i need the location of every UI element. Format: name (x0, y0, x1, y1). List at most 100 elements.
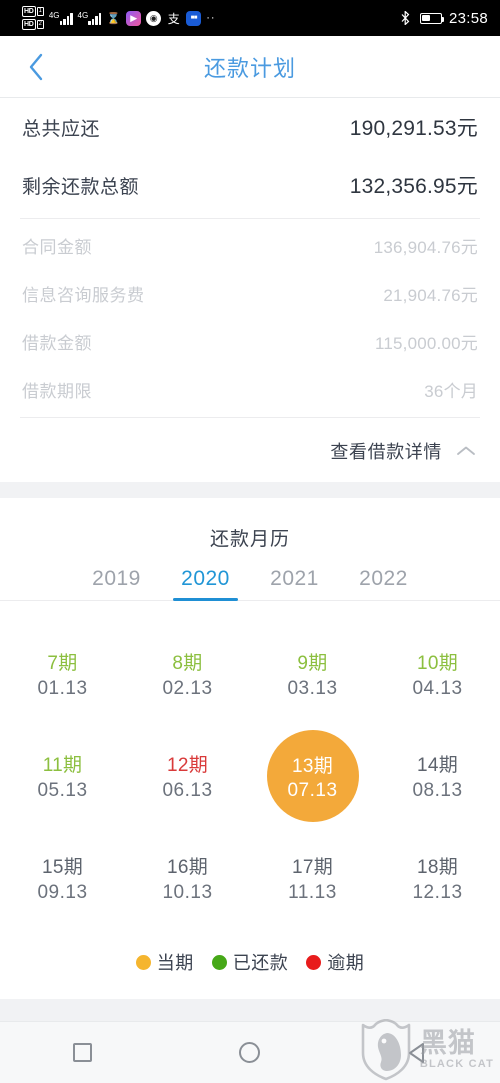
calendar-cell[interactable]: 10期 04.13 (382, 626, 494, 722)
back-button[interactable] (16, 47, 56, 87)
detail-value-service-fee: 21,904.76元 (383, 285, 478, 305)
calendar-cell[interactable]: 16期 10.13 (132, 830, 244, 926)
calendar-cell[interactable]: 8期 02.13 (132, 626, 244, 722)
detail-row-service-fee: 信息咨询服务费 21,904.76元 (0, 269, 500, 317)
detail-label-loan-amount: 借款金额 (22, 333, 92, 353)
more-dots-icon: ·· (206, 12, 216, 24)
summary-row-remaining: 剩余还款总额 132,356.95元 (0, 156, 500, 214)
summary-value-total: 190,291.53元 (349, 117, 478, 140)
summary-divider (20, 218, 480, 219)
calendar-cell[interactable]: 7期 01.13 (7, 626, 119, 722)
detail-divider (20, 417, 480, 418)
view-loan-details-toggle[interactable]: 查看借款详情 (0, 420, 500, 482)
cell-date: 04.13 (412, 678, 463, 699)
calendar-cell[interactable]: 11期 05.13 (7, 728, 119, 824)
section-gap (0, 482, 500, 498)
status-bar-right: 23:58 (398, 10, 488, 27)
cell-period: 17期 (291, 857, 334, 878)
tab-year-2019[interactable]: 2019 (72, 567, 161, 600)
calendar-cell[interactable]: 17期 11.13 (257, 830, 369, 926)
signal-sim1: 4G (49, 11, 73, 25)
cell-date: 08.13 (412, 780, 463, 801)
shield-app-icon: ◉ (146, 10, 162, 26)
status-bar-left: HD 1 HD 2 4G 4G ⌛ ▶ ◉ 支 ■■ ·· (22, 6, 216, 30)
sim-badge-1: 1 (36, 7, 44, 16)
back-chevron-icon (29, 53, 43, 80)
hd-indicator-sim2: HD 2 (22, 19, 44, 30)
calendar-cell-current[interactable]: 13期 07.13 (257, 728, 369, 824)
legend-dot-paid (211, 954, 227, 970)
cell-date: 12.13 (412, 882, 463, 903)
calendar-cell[interactable]: 14期 08.13 (382, 728, 494, 824)
cell-period: 13期 (291, 755, 334, 777)
cell-date: 10.13 (162, 882, 213, 903)
detail-row-loan-term: 借款期限 36个月 (0, 365, 500, 413)
signal-bars-icon-2 (88, 12, 102, 25)
calendar-grid: 7期 01.13 8期 02.13 9期 03.13 10期 04.13 11期… (0, 601, 500, 935)
watermark-cn: 黑猫 (419, 1028, 476, 1058)
media-app-icon: ▶ (126, 10, 142, 26)
cell-period: 8期 (172, 653, 203, 674)
tab-year-2022[interactable]: 2022 (339, 567, 428, 600)
calendar-row: 7期 01.13 8期 02.13 9期 03.13 10期 04.13 (0, 623, 500, 725)
calendar-cell[interactable]: 9期 03.13 (257, 626, 369, 722)
detail-value-contract-amount: 136,904.76元 (373, 237, 478, 257)
network-type-2: 4G (77, 10, 89, 20)
black-cat-logo-icon (361, 1019, 411, 1081)
legend-item-current: 当期 (135, 949, 194, 975)
summary-card: 总共应还 190,291.53元 剩余还款总额 132,356.95元 合同金额… (0, 98, 500, 482)
status-bar: HD 1 HD 2 4G 4G ⌛ ▶ ◉ 支 ■■ ·· 23:58 (0, 0, 500, 36)
hd-indicator-sim1: HD 1 (22, 6, 44, 17)
calendar-cell-overdue[interactable]: 12期 06.13 (132, 728, 244, 824)
detail-row-contract-amount: 合同金额 136,904.76元 (0, 221, 500, 269)
signal-bars-icon-1 (59, 12, 73, 25)
cell-period: 7期 (47, 653, 78, 674)
cell-date: 06.13 (162, 780, 213, 801)
tab-year-2021[interactable]: 2021 (250, 567, 339, 600)
calendar-cell[interactable]: 15期 09.13 (7, 830, 119, 926)
tab-year-2020[interactable]: 2020 (161, 567, 250, 601)
legend-label-overdue: 逾期 (327, 953, 365, 973)
cell-period: 12期 (166, 755, 209, 776)
cell-period: 15期 (41, 857, 84, 878)
watermark-text: 黑猫 BLACK CAT (420, 1030, 494, 1070)
hd-indicators: HD 1 HD 2 (22, 6, 44, 30)
summary-row-total: 总共应还 190,291.53元 (0, 98, 500, 156)
legend-label-paid: 已还款 (232, 953, 289, 973)
cell-date: 02.13 (162, 678, 213, 699)
cell-date: 05.13 (37, 780, 88, 801)
tab-year-2021-label: 2021 (270, 567, 319, 590)
cell-period: 11期 (42, 755, 83, 776)
cell-date: 07.13 (287, 779, 338, 801)
summary-value-remaining: 132,356.95元 (349, 175, 478, 198)
cell-date: 01.13 (37, 678, 88, 699)
app-header: 还款计划 (0, 36, 500, 98)
detail-label-contract-amount: 合同金额 (22, 237, 92, 257)
bluetooth-icon (398, 11, 413, 26)
clock: 23:58 (448, 9, 488, 27)
alipay-app-icon: 支 (167, 11, 180, 26)
legend-dot-current (135, 954, 151, 970)
cell-date: 03.13 (287, 678, 338, 699)
signal-sim2: 4G (77, 10, 102, 25)
home-circle-icon[interactable] (238, 1042, 260, 1063)
tab-year-2020-label: 2020 (181, 567, 230, 590)
year-tabs: 2019 2020 2021 2022 (0, 567, 500, 601)
tab-year-2019-label: 2019 (92, 567, 141, 590)
repayment-calendar: 还款月历 2019 2020 2021 2022 7期 01.13 8期 02.… (0, 498, 500, 999)
tab-year-2022-label: 2022 (359, 567, 408, 590)
legend-dot-overdue (306, 954, 322, 970)
hourglass-icon: ⌛ (106, 12, 121, 25)
watermark: 黑猫 BLACK CAT (357, 1019, 494, 1081)
summary-label-remaining: 剩余还款总额 (22, 176, 140, 198)
chevron-up-icon (457, 446, 475, 455)
current-period-highlight: 13期 07.13 (266, 730, 359, 822)
calendar-cell[interactable]: 18期 12.13 (382, 830, 494, 926)
sim-badge-2: 2 (36, 20, 44, 29)
summary-label-total: 总共应还 (22, 118, 101, 140)
cell-date: 09.13 (37, 882, 88, 903)
phone-screen: HD 1 HD 2 4G 4G ⌛ ▶ ◉ 支 ■■ ·· 23:58 还款计划… (0, 0, 500, 1083)
calendar-row: 15期 09.13 16期 10.13 17期 11.13 18期 12.13 (0, 827, 500, 929)
recents-square-icon[interactable] (73, 1043, 93, 1062)
cell-period: 16期 (166, 857, 209, 878)
